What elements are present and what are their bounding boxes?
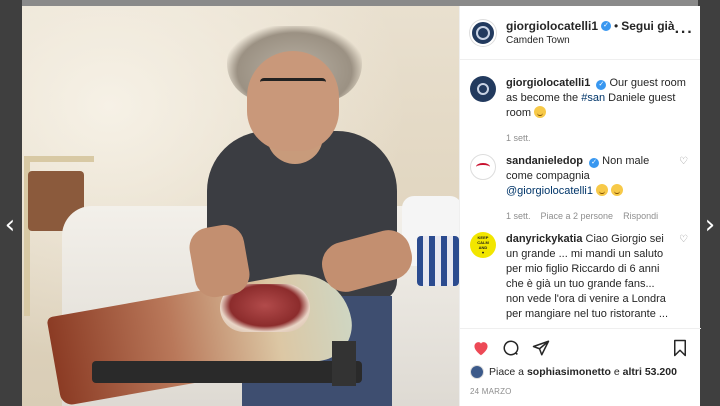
smiling-face-emoji-icon <box>596 184 609 196</box>
comment-icon[interactable] <box>500 337 522 359</box>
next-post-arrow-icon[interactable]: › <box>702 212 718 238</box>
verified-badge-icon: ✓ <box>589 158 600 168</box>
liker-username[interactable]: sophiasimonetto <box>527 366 611 378</box>
post-header: giorgiolocatelli1 ✓ • Segui già Camden T… <box>460 6 700 60</box>
grinning-face-emoji-icon <box>611 184 624 196</box>
post-sidebar: giorgiolocatelli1 ✓ • Segui già Camden T… <box>459 6 701 406</box>
comment-like-heart-icon[interactable]: ♡ <box>676 234 688 322</box>
caption-author-avatar[interactable] <box>470 76 496 102</box>
photo-person-head <box>247 51 339 151</box>
commenter-username[interactable]: sandanieledop <box>506 155 583 167</box>
verified-badge-icon: ✓ <box>596 80 607 90</box>
caption-timestamp[interactable]: 1 sett. <box>506 131 531 146</box>
likes-count[interactable]: altri 53.200 <box>623 366 677 378</box>
caption-username[interactable]: giorgiolocatelli1 <box>506 77 590 89</box>
post-location[interactable]: Camden Town <box>506 35 675 46</box>
verified-badge-icon: ✓ <box>601 21 612 31</box>
comment-like-heart-icon[interactable]: ♡ <box>676 156 688 224</box>
liker-avatar[interactable] <box>470 365 484 379</box>
post-date[interactable]: 24 MARZO <box>470 387 691 396</box>
reply-button[interactable]: Rispondi <box>623 209 658 224</box>
post-modal: giorgiolocatelli1 ✓ • Segui già Camden T… <box>22 6 701 406</box>
bookmark-icon[interactable] <box>669 337 691 359</box>
mention-link[interactable]: @giorgiolocatelli1 <box>506 185 593 197</box>
comment-timestamp[interactable]: 1 sett. <box>506 209 531 224</box>
grinning-face-emoji-icon <box>534 106 547 118</box>
commenter-username[interactable]: danyrickykatia <box>506 233 582 245</box>
comments-list[interactable]: giorgiolocatelli1 ✓ Our guest room as be… <box>460 60 700 322</box>
more-options-icon[interactable]: ··· <box>675 24 694 42</box>
comment-likes[interactable]: Piace a 2 persone <box>541 209 614 224</box>
likes-prefix: Piace a <box>489 366 525 378</box>
comment-text: Ciao Giorgio sei un grande ... mi mandi … <box>506 233 669 320</box>
caption-comment: giorgiolocatelli1 ✓ Our guest room as be… <box>470 76 688 146</box>
author-username[interactable]: giorgiolocatelli1 <box>506 19 598 33</box>
photo-ham-stand-post <box>332 341 356 386</box>
share-icon[interactable] <box>530 337 552 359</box>
commenter-avatar[interactable]: KEEP CALM AND ♥ <box>470 232 496 258</box>
comment-item: KEEP CALM AND ♥ danyrickykatia Ciao Giorgio… <box>470 232 688 322</box>
likes-middle: e <box>613 366 620 378</box>
header-separator: • <box>614 19 619 33</box>
photo-towel <box>417 236 459 286</box>
likes-summary[interactable]: Piace a sophiasimonetto e altri 53.200 <box>470 365 691 379</box>
heart-icon[interactable] <box>470 337 492 359</box>
previous-post-arrow-icon[interactable]: ‹ <box>2 212 18 238</box>
author-avatar[interactable] <box>470 19 496 46</box>
post-actions: Piace a sophiasimonetto e altri 53.200 2… <box>460 328 701 406</box>
photo-glasses <box>260 78 326 92</box>
comment-item: sandanieledop ✓ Non male come compagnia … <box>470 154 688 224</box>
hashtag-link[interactable]: #san <box>581 92 605 104</box>
photo-ham-stand <box>92 361 362 383</box>
commenter-avatar[interactable] <box>470 154 496 180</box>
post-photo[interactable] <box>22 6 459 406</box>
follow-status-button[interactable]: Segui già <box>621 19 674 33</box>
